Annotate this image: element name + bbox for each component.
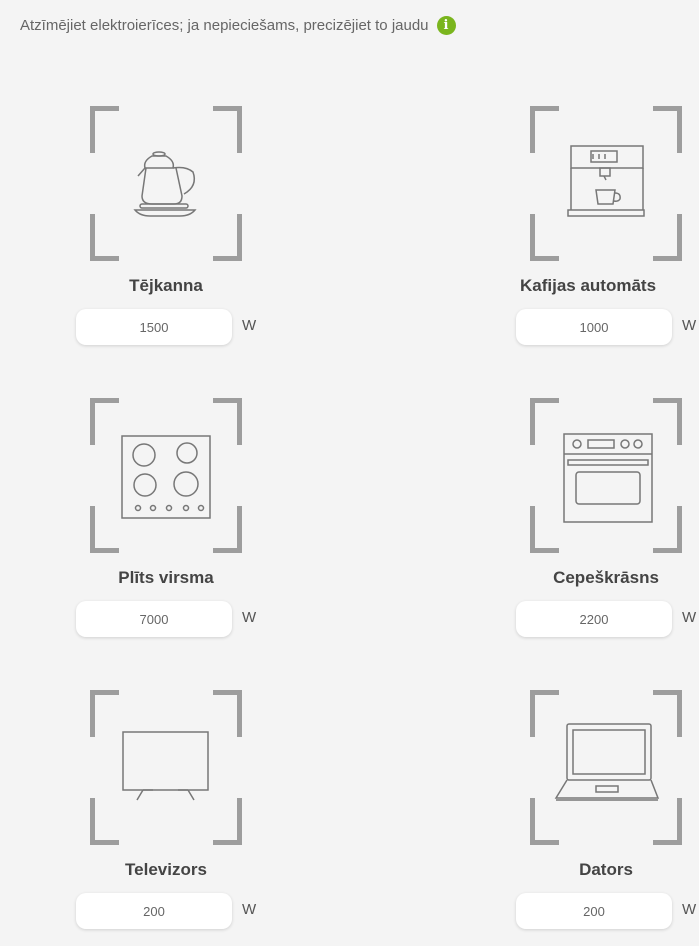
laptop-icon xyxy=(554,723,660,801)
appliance-tile-oven[interactable] xyxy=(530,398,682,553)
unit-label: W xyxy=(682,317,697,334)
coffee-machine-icon xyxy=(567,145,645,217)
appliance-tile-tv[interactable] xyxy=(90,690,242,845)
power-input-laptop[interactable] xyxy=(516,893,672,929)
appliance-panel: Atzīmējiet elektroierīces; ja nepiecieša… xyxy=(0,0,699,946)
appliance-tile-cooktop[interactable] xyxy=(90,398,242,553)
power-input-tv[interactable] xyxy=(76,893,232,929)
appliance-label: Plīts virsma xyxy=(118,568,214,587)
appliance-label: Tējkanna xyxy=(129,276,203,295)
unit-label: W xyxy=(682,609,697,626)
unit-label: W xyxy=(242,901,257,918)
info-icon[interactable]: i xyxy=(436,16,456,35)
instruction-text: Atzīmējiet elektroierīces; ja nepiecieša… xyxy=(20,17,429,34)
appliance-label: Dators xyxy=(579,860,633,879)
cooktop-icon xyxy=(121,435,211,519)
appliance-label: Cepeškrāsns xyxy=(553,568,659,587)
appliance-label: Kafijas automāts xyxy=(520,276,657,295)
tv-icon xyxy=(122,731,209,801)
instruction-row: Atzīmējiet elektroierīces; ja nepiecieša… xyxy=(20,16,456,35)
appliance-tile-laptop[interactable] xyxy=(530,690,682,845)
appliance-label: Televizors xyxy=(125,860,207,879)
unit-label: W xyxy=(242,609,257,626)
power-input-coffee-machine[interactable] xyxy=(516,309,672,345)
appliance-tile-kettle[interactable] xyxy=(90,106,242,261)
power-input-kettle[interactable] xyxy=(76,309,232,345)
unit-label: W xyxy=(682,901,697,918)
power-input-cooktop[interactable] xyxy=(76,601,232,637)
kettle-icon xyxy=(133,151,197,217)
appliance-tile-coffee-machine[interactable] xyxy=(530,106,682,261)
unit-label: W xyxy=(242,317,257,334)
oven-icon xyxy=(563,433,653,523)
power-input-oven[interactable] xyxy=(516,601,672,637)
